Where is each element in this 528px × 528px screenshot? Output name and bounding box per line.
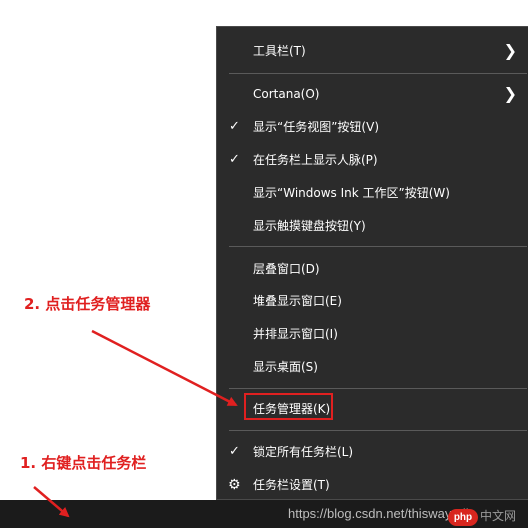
menu-item-show-touch-keyboard[interactable]: 显示触摸键盘按钮(Y) [217, 211, 528, 241]
menu-item-label: 显示“Windows Ink 工作区”按钮(W) [253, 186, 450, 200]
menu-separator [229, 388, 527, 389]
menu-item-label: 在任务栏上显示人脉(P) [253, 153, 378, 167]
menu-item-label: 显示触摸键盘按钮(Y) [253, 219, 366, 233]
chinese-site-logo: 中文网 [480, 509, 517, 523]
menu-item-show-windows-ink[interactable]: 显示“Windows Ink 工作区”按钮(W) [217, 178, 528, 208]
menu-item-stack-windows[interactable]: 堆叠显示窗口(E) [217, 286, 528, 316]
menu-item-show-people[interactable]: ✓ 在任务栏上显示人脉(P) [217, 145, 528, 175]
menu-separator [229, 246, 527, 247]
chevron-right-icon: ❯ [503, 41, 517, 60]
arrow-to-task-manager [91, 329, 238, 407]
annotation-step-1: 1. 右键点击任务栏 [20, 454, 147, 472]
menu-item-label: 显示桌面(S) [253, 360, 318, 374]
gear-icon: ⚙ [228, 477, 241, 493]
check-icon: ✓ [229, 444, 240, 459]
check-icon: ✓ [229, 119, 240, 134]
menu-item-cascade-windows[interactable]: 层叠窗口(D) [217, 254, 528, 284]
menu-item-label: 显示“任务视图”按钮(V) [253, 120, 380, 134]
menu-item-show-desktop[interactable]: 显示桌面(S) [217, 352, 528, 382]
menu-item-label: 层叠窗口(D) [253, 262, 320, 276]
chevron-right-icon: ❯ [503, 84, 517, 103]
menu-item-label: 并排显示窗口(I) [253, 327, 338, 341]
watermark-url: https://blog.csdn.net/thisway_diy [288, 506, 476, 521]
menu-separator [229, 73, 527, 74]
menu-item-label: 任务栏设置(T) [253, 478, 330, 492]
taskbar-context-menu: 工具栏(T) ❯ Cortana(O) ❯ ✓ 显示“任务视图”按钮(V) ✓ … [216, 26, 528, 500]
php-logo: php [448, 509, 478, 526]
menu-item-toolbars[interactable]: 工具栏(T) ❯ [217, 36, 528, 66]
menu-item-taskbar-settings[interactable]: ⚙ 任务栏设置(T) [217, 470, 528, 500]
menu-item-show-task-view[interactable]: ✓ 显示“任务视图”按钮(V) [217, 112, 528, 142]
menu-separator [229, 430, 527, 431]
menu-item-side-by-side[interactable]: 并排显示窗口(I) [217, 319, 528, 349]
menu-item-cortana[interactable]: Cortana(O) ❯ [217, 79, 528, 109]
menu-item-label: 工具栏(T) [253, 44, 306, 58]
menu-item-label: 堆叠显示窗口(E) [253, 294, 342, 308]
menu-item-lock-taskbars[interactable]: ✓ 锁定所有任务栏(L) [217, 437, 528, 467]
menu-item-label: 锁定所有任务栏(L) [253, 445, 354, 459]
task-manager-highlight-box [244, 393, 333, 420]
menu-item-label: Cortana(O) [253, 87, 320, 101]
annotation-step-2: 2. 点击任务管理器 [24, 295, 151, 313]
check-icon: ✓ [229, 152, 240, 167]
